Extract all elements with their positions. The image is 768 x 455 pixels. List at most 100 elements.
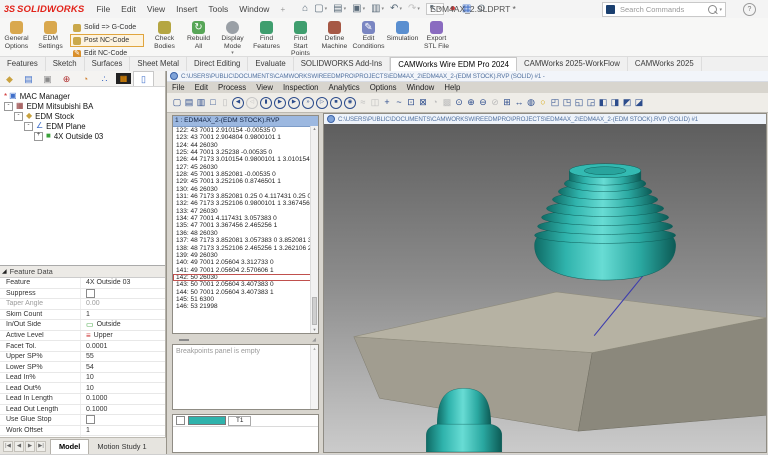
- menu-file[interactable]: File: [96, 4, 110, 14]
- run-options-icon[interactable]: ◉: [344, 97, 356, 109]
- tab-nav-arrow-icon[interactable]: |◀: [3, 441, 13, 452]
- nc-code-line[interactable]: 138: 48 7173 3.252106 2.465256 1 3.26210…: [173, 245, 311, 252]
- expand-toggle-icon[interactable]: +: [34, 132, 43, 141]
- cam-feature-tree-tab-icon[interactable]: ∴: [95, 72, 114, 86]
- nc-code-line[interactable]: 133: 47 26030: [173, 208, 311, 215]
- find-start-points-button[interactable]: FindStartPoints: [284, 20, 317, 58]
- export-stl-button[interactable]: ExportSTL File: [420, 20, 453, 50]
- nc-code-line[interactable]: 140: 49 7001 2.05604 3.312733 0: [173, 259, 311, 266]
- tree-item-mac-manager[interactable]: *▣MAC Manager: [0, 91, 165, 101]
- feature-data-value[interactable]: [80, 289, 165, 299]
- zoom-in-icon[interactable]: ⊕: [465, 95, 477, 110]
- feature-data-value[interactable]: 55: [80, 352, 165, 362]
- tab-nav-arrow-icon[interactable]: ▶: [25, 441, 35, 452]
- search-icon[interactable]: [708, 5, 717, 14]
- nc-code-line[interactable]: 144: 50 7001 2.05604 3.407383 1: [173, 289, 311, 296]
- cam-operation-tree-tab-icon[interactable]: ▯: [133, 71, 154, 86]
- find-features-button[interactable]: FindFeatures: [250, 20, 283, 50]
- tool-color-swatch[interactable]: [188, 416, 226, 425]
- feature-data-value[interactable]: ▭Outside: [80, 320, 165, 330]
- tab-features[interactable]: Features: [0, 57, 46, 71]
- select-region-icon[interactable]: ⊡: [405, 95, 417, 110]
- step-forward-icon[interactable]: ▷: [316, 97, 328, 109]
- scroll-down-icon[interactable]: ▼: [311, 327, 318, 333]
- nc-code-line[interactable]: 130: 46 26030: [173, 186, 311, 193]
- view-iso2-icon[interactable]: ◪: [633, 95, 645, 110]
- tab-solidworks-add-ins[interactable]: SOLIDWORKS Add-Ins: [294, 57, 390, 71]
- feature-data-value[interactable]: 54: [80, 362, 165, 372]
- view-right-icon[interactable]: ◲: [585, 95, 597, 110]
- sim-menu-inspection[interactable]: Inspection: [283, 83, 319, 92]
- wire-path-icon[interactable]: ~: [393, 95, 405, 110]
- menu-tools[interactable]: Tools: [208, 4, 228, 14]
- nc-code-line[interactable]: 141: 49 7001 2.05604 2.570606 1: [173, 267, 311, 274]
- tab-direct-editing[interactable]: Direct Editing: [187, 57, 248, 71]
- tree-item-4x-outside-03[interactable]: +■4X Outside 03: [0, 131, 165, 141]
- play-icon[interactable]: ▶: [274, 97, 286, 109]
- tab-nav-arrow-icon[interactable]: ▶|: [36, 441, 46, 452]
- check-bodies-button[interactable]: CheckBodies: [148, 20, 181, 50]
- nc-code-line[interactable]: 123: 43 7001 2.904804 0.9800101 1: [173, 134, 311, 141]
- nc-code-line[interactable]: 137: 48 7173 3.852081 3.057383 0 3.85208…: [173, 237, 311, 244]
- nc-program-header[interactable]: 1 : EDM4AX_2-(EDM STOCK).RVP: [173, 116, 318, 127]
- feature-data-value[interactable]: 1: [80, 310, 165, 320]
- nc-scrollbar[interactable]: ▲ ▼: [310, 126, 318, 333]
- sim-menu-help[interactable]: Help: [444, 83, 460, 92]
- dimxpert-tab-icon[interactable]: ⊕: [57, 72, 76, 86]
- feature-data-value[interactable]: 1: [80, 426, 165, 436]
- fast-forward-icon[interactable]: »: [302, 97, 314, 109]
- tree-item-edm-mitsubishi-ba[interactable]: -▦EDM Mitsubishi BA: [0, 101, 165, 111]
- pin-menu-icon[interactable]: +: [280, 5, 285, 14]
- zoom-out-icon[interactable]: ⊖: [477, 95, 489, 110]
- sim-menu-view[interactable]: View: [256, 83, 273, 92]
- rebuild-all-button[interactable]: ↻RebuildAll: [182, 20, 215, 50]
- nc-code-line[interactable]: 134: 47 7001 4.117431 3.057383 0: [173, 215, 311, 222]
- tool-checkbox[interactable]: [176, 416, 185, 425]
- configuration-manager-tab-icon[interactable]: ▣: [38, 72, 57, 86]
- probe-icon[interactable]: +: [381, 95, 393, 110]
- sim-menu-window[interactable]: Window: [407, 83, 435, 92]
- edm-settings-button[interactable]: EDMSettings: [34, 20, 67, 50]
- feature-data-value[interactable]: 0.0001: [80, 341, 165, 351]
- tab-camworks-2025[interactable]: CAMWorks 2025: [628, 57, 702, 71]
- tree-item-edm-stock[interactable]: -◆EDM Stock: [0, 111, 165, 121]
- menu-edit[interactable]: Edit: [121, 4, 136, 14]
- save-file-icon[interactable]: ▥: [195, 95, 207, 110]
- print-icon[interactable]: ▥▾: [371, 4, 384, 14]
- feature-data-value[interactable]: 0.1000: [80, 394, 165, 404]
- tab-surfaces[interactable]: Surfaces: [85, 57, 131, 71]
- zoom-window-icon[interactable]: ⊞: [501, 95, 513, 110]
- home-icon[interactable]: ⌂: [302, 4, 308, 14]
- simulation-3d-canvas[interactable]: [324, 124, 766, 452]
- tab-nav-arrow-icon[interactable]: ◀: [14, 441, 24, 452]
- simulation-button[interactable]: Simulation: [386, 20, 419, 43]
- feature-data-value[interactable]: 0.1000: [80, 405, 165, 415]
- sim-menu-file[interactable]: File: [172, 83, 185, 92]
- dropdown-caret-icon[interactable]: ▾: [344, 6, 347, 12]
- search-input[interactable]: [618, 4, 708, 15]
- tab-camworks-2025-workflow[interactable]: CAMWorks 2025-WorkFlow: [517, 57, 628, 71]
- dropdown-caret-icon[interactable]: ▾: [363, 6, 366, 12]
- feature-data-value[interactable]: 0.00: [80, 299, 165, 309]
- expand-toggle-icon[interactable]: -: [24, 122, 33, 131]
- edit-conditions-button[interactable]: ✎EditConditions: [352, 20, 385, 50]
- view-front-icon[interactable]: ◰: [549, 95, 561, 110]
- nc-code-line[interactable]: 124: 44 26030: [173, 142, 311, 149]
- go-start-icon[interactable]: ◀: [232, 97, 244, 109]
- feature-data-value[interactable]: ≡Upper: [80, 331, 165, 341]
- nc-code-line[interactable]: 129: 45 7001 3.252106 0.8746501 1: [173, 178, 311, 185]
- sim-menu-options[interactable]: Options: [370, 83, 397, 92]
- feature-manager-tab-icon[interactable]: ◆: [0, 72, 19, 86]
- nc-code-line[interactable]: 135: 47 7001 3.367456 2.465256 1: [173, 222, 311, 229]
- checkbox[interactable]: [86, 415, 95, 424]
- open-file-icon[interactable]: ▤: [183, 95, 195, 110]
- view-top-icon[interactable]: ◧: [597, 95, 609, 110]
- nc-code-line[interactable]: 143: 50 7001 2.05604 3.407383 0: [173, 281, 311, 288]
- tab-sketch[interactable]: Sketch: [46, 57, 85, 71]
- nc-code-line[interactable]: 128: 45 7001 3.852081 -0.00535 0: [173, 171, 311, 178]
- scroll-up-icon[interactable]: ▲: [311, 126, 318, 132]
- new-report-icon[interactable]: ▢: [171, 95, 183, 110]
- display-mode-button[interactable]: DisplayMode▾: [216, 20, 249, 56]
- tab-motion-study-1[interactable]: Motion Study 1: [89, 440, 154, 454]
- help-icon[interactable]: ?: [743, 3, 756, 16]
